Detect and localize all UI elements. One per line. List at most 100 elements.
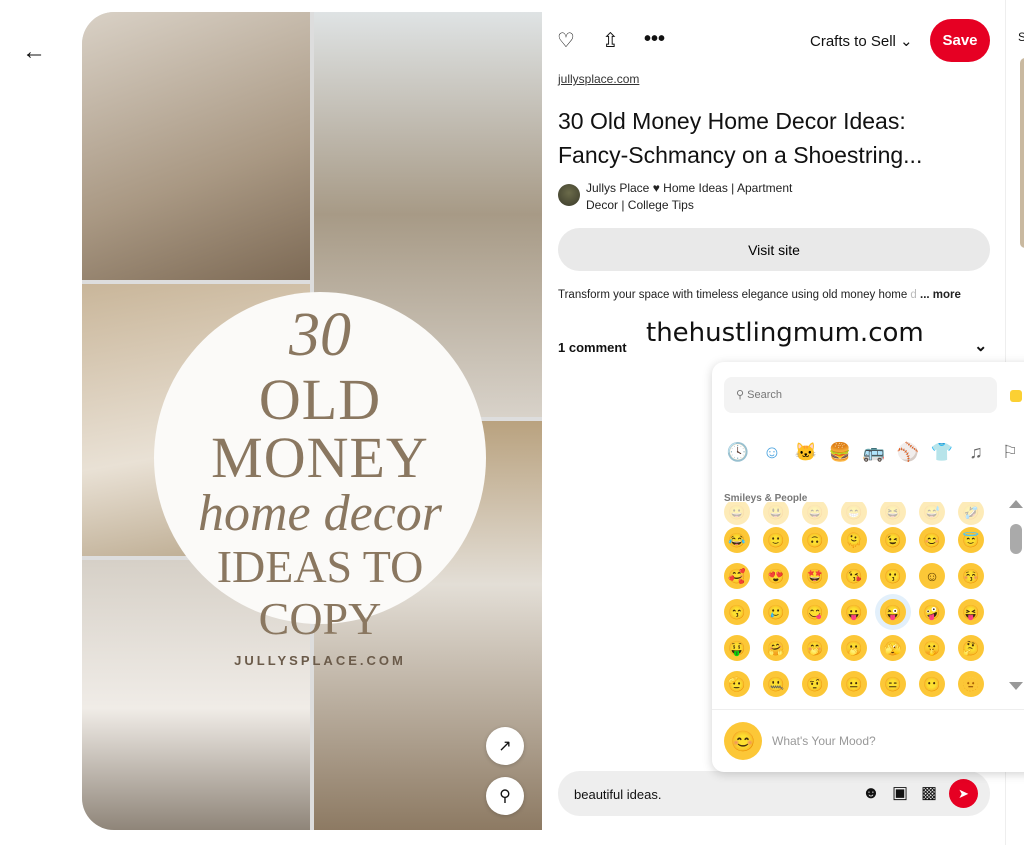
emoji-button[interactable]: 🤗 — [763, 635, 789, 661]
emoji-icon[interactable]: ☻ — [862, 783, 880, 803]
back-button[interactable]: ← — [22, 38, 46, 66]
comments-count: 1 comment — [558, 340, 627, 355]
emoji-button[interactable]: 🫡 — [724, 671, 750, 697]
emoji-button[interactable]: 🤑 — [724, 635, 750, 661]
description: Transform your space with timeless elega… — [558, 289, 961, 301]
emoji-button[interactable]: 🤔 — [958, 635, 984, 661]
emoji-button[interactable]: 😶 — [919, 671, 945, 697]
emoji-button[interactable]: 🙂 — [763, 527, 789, 553]
emoji-button[interactable]: 🤩 — [802, 563, 828, 589]
chevron-down-icon[interactable]: ⌄ — [974, 336, 987, 356]
emoji-button[interactable]: 🤨 — [802, 671, 828, 697]
visual-search-icon[interactable]: ⚲ — [486, 777, 524, 815]
emoji-picker: ⚲ Search 🕓 ☺ 🐱 🍔 🚌 ⚾ 👕 ♫ ⚐ Smileys & People 😀 😃 😄 😁… — [712, 362, 1024, 772]
description-text: Transform your space with timeless elega… — [558, 289, 908, 301]
emoji-button[interactable]: 🤐 — [763, 671, 789, 697]
title-overlay: 30 OLD MONEY home decor IDEAS TO COPY JU… — [154, 292, 486, 668]
photo-mirror-room — [82, 12, 310, 280]
emoji-category-tab[interactable]: ⚾ — [896, 442, 920, 463]
mood-text: What's Your Mood? — [772, 734, 876, 748]
scroll-up-icon[interactable] — [1009, 500, 1023, 508]
emoji-button[interactable]: 😗 — [880, 563, 906, 589]
source-link[interactable]: jullysplace.com — [558, 72, 639, 86]
sticker-icon[interactable]: ▣ — [892, 783, 908, 803]
emoji-category-tab[interactable]: 🐱 — [794, 442, 818, 463]
overlay-number: 30 — [289, 301, 351, 369]
overlay-line: IDEAS TO COPY — [216, 541, 424, 644]
emoji-category-tab[interactable]: ♫ — [964, 442, 988, 463]
scrollbar[interactable] — [1009, 500, 1023, 690]
emoji-button[interactable]: 🫠 — [841, 527, 867, 553]
author-link[interactable]: Jullys Place ♥ Home Ideas | Apartment De… — [586, 180, 826, 214]
emoji-category-tab[interactable]: ⚐ — [998, 442, 1022, 463]
emoji-button[interactable]: ☺ — [919, 563, 945, 589]
emoji-button[interactable]: 😙 — [724, 599, 750, 625]
emoji-button[interactable]: 😅 — [919, 502, 945, 525]
save-button[interactable]: Save — [930, 19, 990, 62]
image-icon[interactable]: ▩ — [921, 783, 937, 803]
emoji-categories: 🕓 ☺ 🐱 🍔 🚌 ⚾ 👕 ♫ ⚐ — [726, 442, 1022, 463]
emoji-row: 😀 😃 😄 😁 😆 😅 🤣 — [724, 502, 1004, 525]
emoji-button[interactable]: 😘 — [841, 563, 867, 589]
board-select[interactable]: Crafts to Sell ⌄ — [810, 32, 913, 50]
emoji-button[interactable]: 😜 — [880, 599, 906, 625]
emoji-button[interactable]: 😁 — [841, 502, 867, 525]
emoji-button[interactable]: 😊 — [919, 527, 945, 553]
emoji-button[interactable]: 🙃 — [802, 527, 828, 553]
pin-image[interactable]: 30 OLD MONEY home decor IDEAS TO COPY JU… — [82, 12, 542, 830]
overlay-site: JULLYSPLACE.COM — [234, 653, 406, 668]
emoji-button[interactable]: 😝 — [958, 599, 984, 625]
emoji-row: 😙 🥲 😋 😛 😜 🤪 😝 — [724, 594, 1004, 630]
emoji-category-tab[interactable]: 👕 — [930, 442, 954, 463]
emoji-search-input[interactable]: ⚲ Search — [724, 377, 997, 413]
emoji-button[interactable]: 🥲 — [763, 599, 789, 625]
edge-thumbnail[interactable] — [1020, 58, 1024, 248]
emoji-button[interactable]: 🤭 — [802, 635, 828, 661]
emoji-row: 🥰 😍 🤩 😘 😗 ☺ 😚 — [724, 558, 1004, 594]
emoji-category-tab[interactable]: 🍔 — [828, 442, 852, 463]
emoji-button[interactable]: 😆 — [880, 502, 906, 525]
emoji-button[interactable]: 🫥 — [958, 671, 984, 697]
scroll-thumb[interactable] — [1010, 524, 1022, 554]
emoji-category-tab[interactable]: ☺ — [760, 442, 784, 463]
emoji-button[interactable]: 😋 — [802, 599, 828, 625]
send-icon[interactable]: ➤ — [949, 779, 978, 808]
pin-title: 30 Old Money Home Decor Ideas: Fancy-Sch… — [558, 108, 923, 168]
emoji-button[interactable]: 🤣 — [958, 502, 984, 525]
emoji-row: 🫡 🤐 🤨 😐 😑 😶 🫥 — [724, 666, 1004, 702]
overlay-line: OLD MONEY — [211, 367, 429, 490]
mood-emoji: 😊 — [724, 722, 762, 760]
chevron-down-icon: ⌄ — [900, 33, 913, 50]
emoji-button[interactable]: 😄 — [802, 502, 828, 525]
emoji-button[interactable]: 😀 — [724, 502, 750, 525]
emoji-button[interactable]: 😍 — [763, 563, 789, 589]
skin-tone-icon[interactable] — [1010, 390, 1022, 402]
emoji-button[interactable]: 😛 — [841, 599, 867, 625]
more-icon[interactable]: ••• — [644, 28, 665, 51]
emoji-category-tab[interactable]: 🕓 — [726, 442, 750, 463]
scroll-down-icon[interactable] — [1009, 682, 1023, 690]
emoji-button[interactable]: 😂 — [724, 527, 750, 553]
emoji-button[interactable]: 🤫 — [919, 635, 945, 661]
edge-text: S — [1018, 30, 1024, 44]
more-link[interactable]: ... more — [920, 289, 961, 301]
emoji-row: 😂 🙂 🙃 🫠 😉 😊 😇 — [724, 522, 1004, 558]
emoji-button[interactable]: 😐 — [841, 671, 867, 697]
comment-input[interactable]: beautiful ideas. ☻ ▣ ▩ ➤ — [558, 771, 990, 816]
emoji-button[interactable]: 😚 — [958, 563, 984, 589]
emoji-button[interactable]: 🤪 — [919, 599, 945, 625]
expand-icon[interactable]: ↗ — [486, 727, 524, 765]
emoji-button[interactable]: 🫣 — [880, 635, 906, 661]
emoji-button[interactable]: 🥰 — [724, 563, 750, 589]
emoji-button[interactable]: 🫢 — [841, 635, 867, 661]
emoji-button[interactable]: 😇 — [958, 527, 984, 553]
share-icon[interactable]: ⇫ — [602, 28, 619, 53]
picker-footer: 😊 What's Your Mood? — [712, 709, 1024, 772]
emoji-button[interactable]: 😉 — [880, 527, 906, 553]
emoji-category-tab[interactable]: 🚌 — [862, 442, 886, 463]
heart-icon[interactable]: ♡ — [557, 28, 575, 53]
emoji-button[interactable]: 😃 — [763, 502, 789, 525]
visit-site-button[interactable]: Visit site — [558, 228, 990, 271]
emoji-button[interactable]: 😑 — [880, 671, 906, 697]
avatar[interactable] — [558, 184, 580, 206]
